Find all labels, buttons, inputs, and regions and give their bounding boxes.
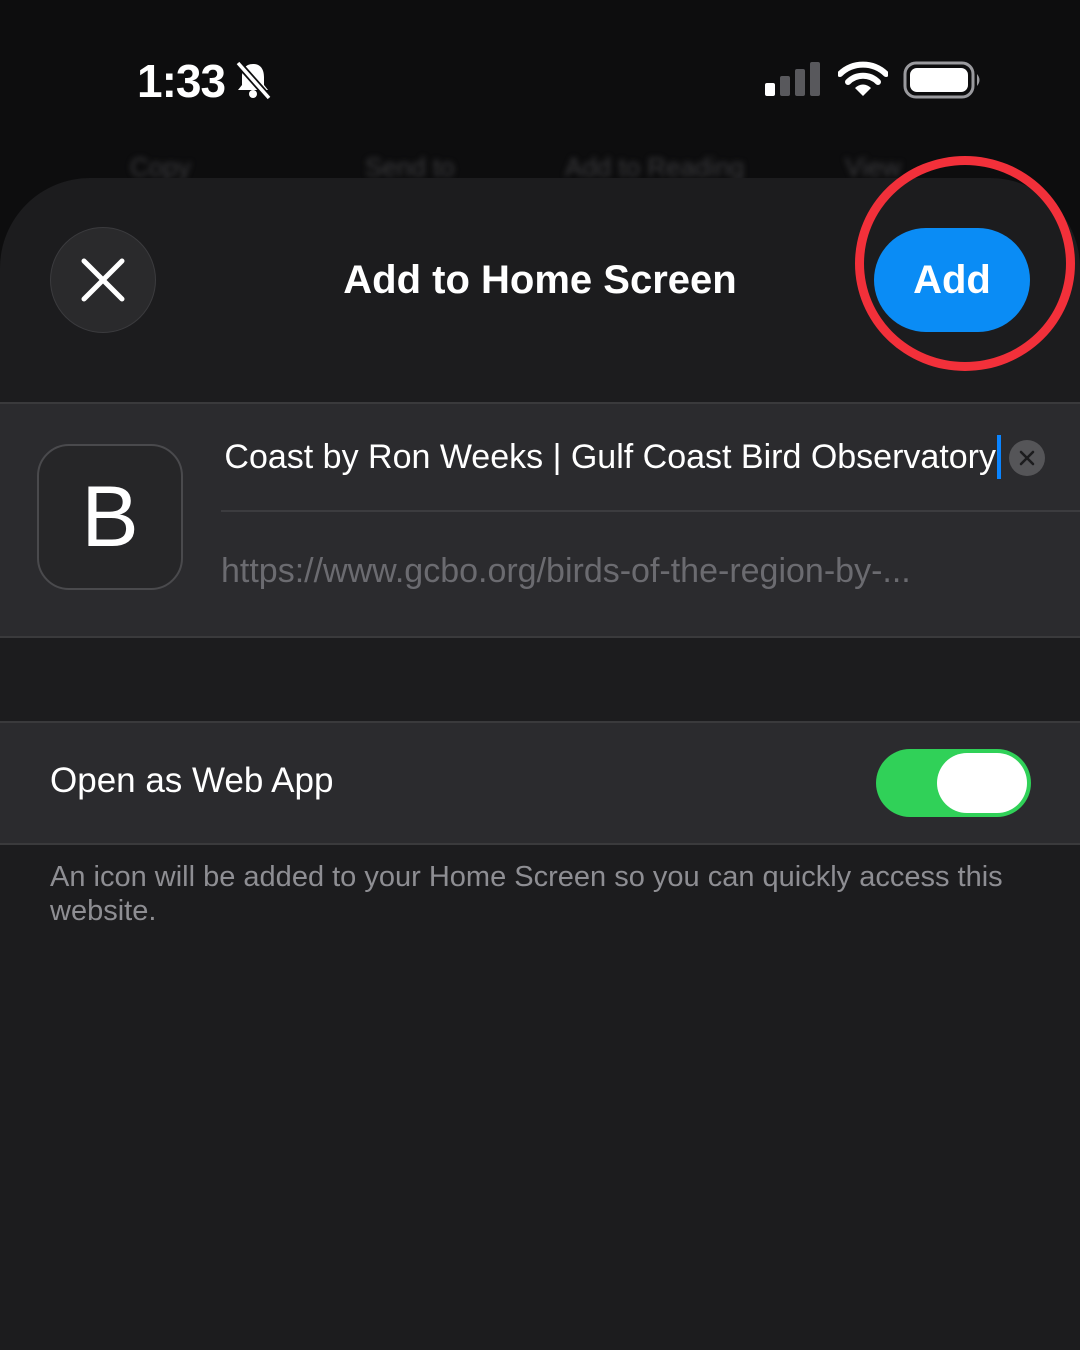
bookmark-details: B Coast by Ron Weeks | Gulf Coast Bird O…: [0, 402, 1080, 638]
field-divider: [221, 510, 1080, 512]
clear-text-icon[interactable]: [1009, 440, 1045, 476]
web-app-label: Open as Web App: [50, 761, 334, 800]
add-to-home-sheet: Add to Home Screen Add B Coast by Ron We…: [0, 156, 1080, 1350]
status-bar: 1:33: [0, 0, 1080, 160]
url-label: https://www.gcbo.org/birds-of-the-region…: [221, 552, 911, 590]
web-app-toggle[interactable]: [876, 749, 1031, 817]
annotation-circle: [855, 156, 1075, 371]
toggle-knob: [937, 753, 1027, 813]
bell-slash-icon: [235, 60, 272, 100]
name-input-value: Coast by Ron Weeks | Gulf Coast Bird Obs…: [224, 437, 996, 476]
footnote-text: An icon will be added to your Home Scree…: [50, 861, 1003, 927]
wifi-icon: [838, 61, 888, 96]
status-time: 1:33: [137, 55, 226, 107]
battery-icon: [903, 61, 980, 99]
name-input[interactable]: Coast by Ron Weeks | Gulf Coast Bird Obs…: [221, 404, 1001, 510]
app-icon-preview: B: [37, 444, 183, 590]
cellular-signal-icon: [765, 62, 820, 96]
app-icon-letter: B: [81, 468, 139, 565]
web-app-row: Open as Web App: [0, 721, 1080, 845]
text-caret: [997, 435, 1001, 479]
